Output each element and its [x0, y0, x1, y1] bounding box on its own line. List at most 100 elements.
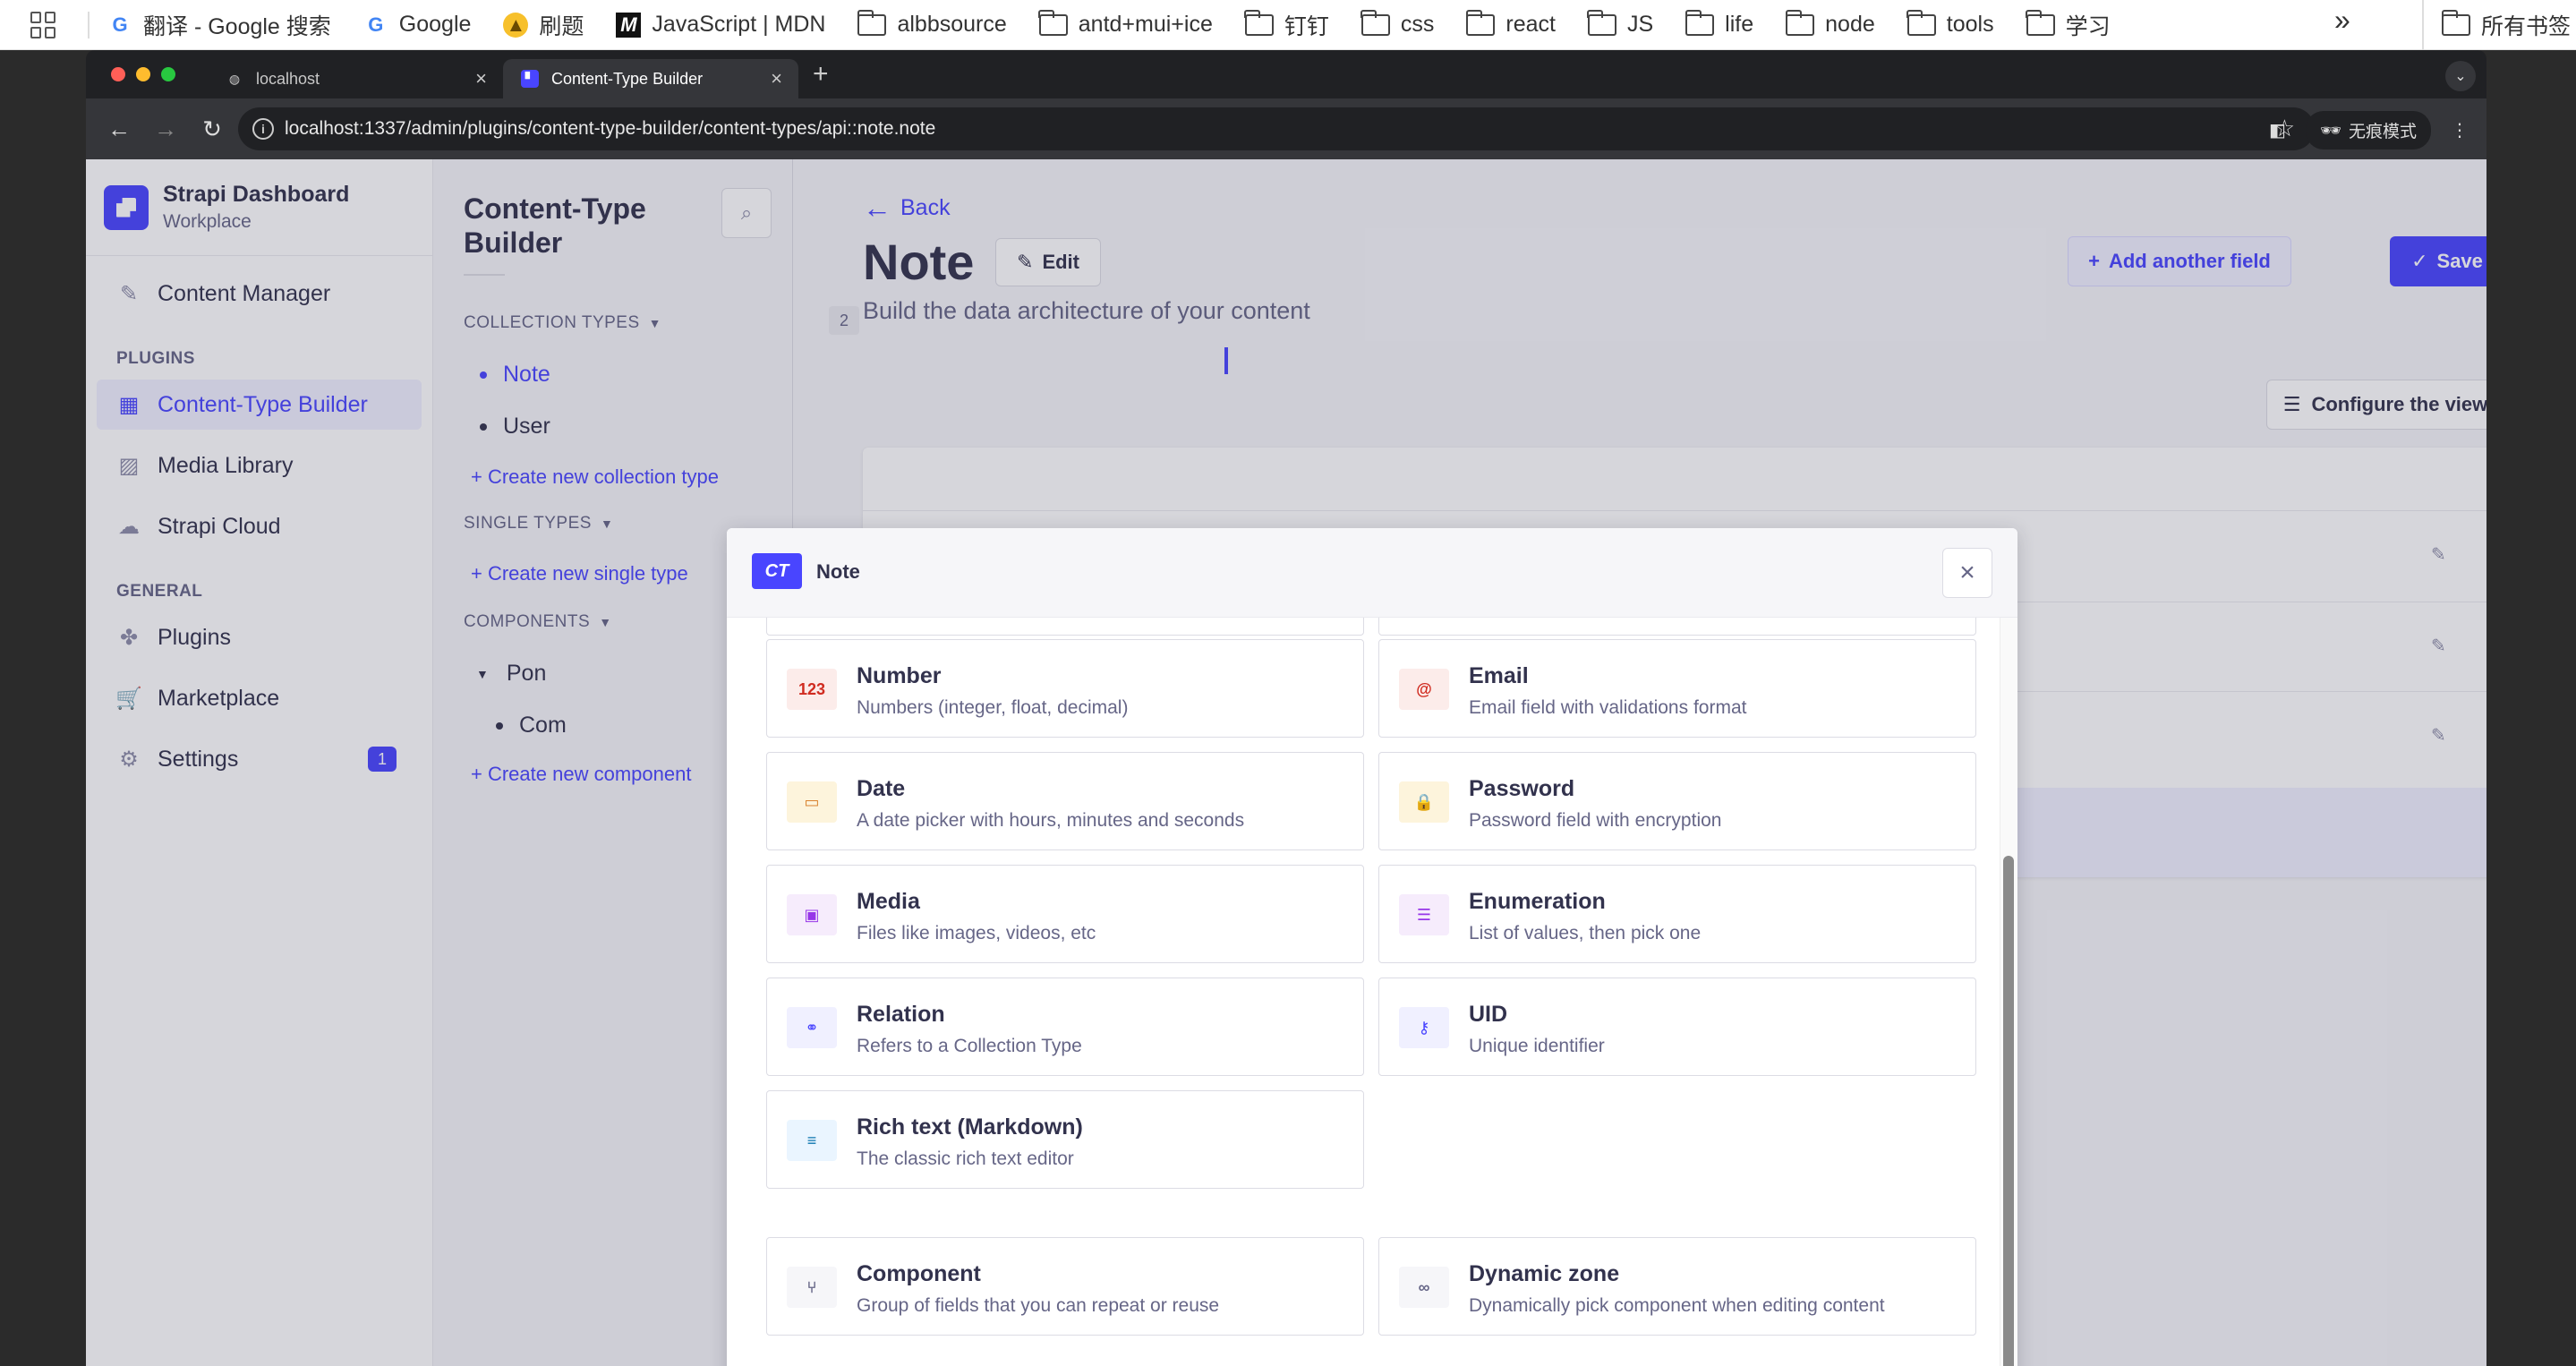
field-card-rich-text-markdown[interactable]: ≡ Rich text (Markdown) The classic rich te…	[766, 1090, 1364, 1189]
bookmark-leetcode[interactable]: ▲ 刷题	[503, 9, 584, 41]
field-type-description: The classic rich text editor	[857, 1148, 1074, 1169]
forward-arrow-icon[interactable]: →	[152, 115, 179, 143]
bookmark-folder-tools[interactable]: tools	[1906, 9, 1994, 38]
field-card-enumeration[interactable]: ☰ Enumeration List of values, then pick on…	[1378, 865, 1976, 963]
bookmark-folder-study[interactable]: 学习	[2026, 9, 2111, 41]
mdn-icon: M	[616, 12, 642, 38]
folder-icon	[1244, 9, 1274, 36]
folder-icon	[1038, 9, 1068, 36]
browser-window: ◍ localhost × ▘ Content-Type Builder × +…	[86, 50, 2486, 1366]
field-card-date[interactable]: ▭ Date A date picker with hours, minutes a…	[766, 752, 1364, 850]
field-card-uid[interactable]: ⚷ UID Unique identifier	[1378, 978, 1976, 1076]
field-type-description: Email field with validations format	[1469, 697, 1747, 718]
field-card-partial[interactable]	[1378, 618, 1976, 636]
bookmark-google[interactable]: G Google	[363, 12, 471, 38]
image-icon: ▣	[787, 894, 837, 935]
field-card-dynamic-zone[interactable]: ∞ Dynamic zone Dynamically pick component …	[1378, 1237, 1976, 1336]
bookmark-folder-dingding[interactable]: 钉钉	[1244, 9, 1329, 41]
close-tab-icon[interactable]: ×	[771, 67, 782, 90]
field-type-description: Refers to a Collection Type	[857, 1036, 1082, 1056]
lock-icon: 🔒	[1399, 781, 1449, 823]
side-panel-icon[interactable]: ◧	[2269, 119, 2286, 141]
folder-icon	[1906, 9, 1936, 36]
field-type-name: UID	[1469, 1002, 1508, 1027]
apps-grid-icon[interactable]	[30, 11, 57, 38]
modal-header: CT Note ×	[727, 528, 2017, 618]
incognito-indicator[interactable]: 🕶 无痕模式	[2305, 111, 2431, 149]
content-type-badge: CT	[752, 553, 802, 589]
field-type-name: Date	[857, 776, 906, 801]
toolbar-right: ◧ 🕶 无痕模式 ⋮	[2269, 111, 2469, 149]
bookmark-folder-js[interactable]: JS	[1587, 9, 1653, 38]
field-type-name: Media	[857, 889, 920, 914]
new-tab-button[interactable]: +	[813, 59, 829, 90]
field-type-description: Group of fields that you can repeat or r…	[857, 1295, 1220, 1316]
list-icon: ☰	[1399, 894, 1449, 935]
url-text[interactable]: localhost:1337/admin/plugins/content-typ…	[285, 118, 935, 140]
bookmark-folder-css[interactable]: css	[1361, 9, 1434, 38]
field-type-description: A date picker with hours, minutes and se…	[857, 810, 1245, 831]
field-card-relation[interactable]: ⚭ Relation Refers to a Collection Type	[766, 978, 1364, 1076]
browser-toolbar: ← → ↻ i localhost:1337/admin/plugins/con…	[86, 98, 2486, 159]
folder-icon	[1361, 9, 1390, 36]
calendar-icon: ▭	[787, 781, 837, 823]
divider	[88, 11, 90, 38]
field-type-name: Rich text (Markdown)	[857, 1114, 1083, 1140]
back-arrow-icon[interactable]: ←	[106, 115, 132, 143]
component-icon: ⑂	[787, 1267, 837, 1308]
reload-icon[interactable]: ↻	[199, 115, 226, 143]
field-type-name: Number	[857, 663, 942, 688]
field-type-description: Unique identifier	[1469, 1036, 1605, 1056]
field-card-password[interactable]: 🔒 Password Password field with encryption	[1378, 752, 1976, 850]
close-window-button[interactable]	[111, 67, 125, 81]
tab-localhost[interactable]: ◍ localhost ×	[208, 59, 503, 98]
tab-strip: ◍ localhost × ▘ Content-Type Builder × +…	[86, 50, 2486, 98]
bookmark-folder-react[interactable]: react	[1465, 9, 1556, 38]
bookmarks-bar: G 翻译 - Google 搜索 G Google ▲ 刷题 M JavaScript …	[0, 0, 2576, 50]
field-type-description: Files like images, videos, etc	[857, 923, 1096, 943]
field-card-media[interactable]: ▣ Media Files like images, videos, etc	[766, 865, 1364, 963]
maximize-window-button[interactable]	[161, 67, 175, 81]
number-icon: 123	[787, 669, 837, 710]
folder-icon	[2441, 10, 2470, 36]
bookmark-folder-albbsource[interactable]: albbsource	[857, 9, 1007, 38]
all-bookmarks-button[interactable]: 所有书签	[2422, 0, 2571, 50]
google-icon: G	[112, 13, 128, 36]
site-info-icon[interactable]: i	[252, 118, 274, 140]
field-type-name: Password	[1469, 776, 1575, 801]
google-icon: G	[368, 13, 384, 36]
bookmark-mdn[interactable]: M JavaScript | MDN	[616, 12, 825, 38]
field-card-email[interactable]: @ Email Email field with validations forma…	[1378, 639, 1976, 738]
folder-icon	[1465, 9, 1496, 36]
app-viewport: Strapi Dashboard Workplace ✎ Content Man…	[86, 159, 2486, 1366]
bookmark-folder-antd[interactable]: antd+mui+ice	[1038, 9, 1213, 38]
field-type-name: Relation	[857, 1002, 945, 1027]
bookmark-folder-node[interactable]: node	[1785, 9, 1875, 38]
minimize-window-button[interactable]	[136, 67, 150, 81]
incognito-icon: 🕶	[2319, 121, 2341, 141]
more-bookmarks-button[interactable]: »	[2334, 4, 2350, 37]
folder-icon	[857, 9, 887, 36]
scrollbar-thumb[interactable]	[2003, 856, 2014, 1366]
field-card-component[interactable]: ⑂ Component Group of fields that you can r…	[766, 1237, 1364, 1336]
field-card-partial[interactable]	[766, 618, 1364, 636]
field-type-name: Dynamic zone	[1469, 1261, 1620, 1286]
folder-icon	[1785, 9, 1815, 36]
infinity-icon: ∞	[1399, 1267, 1449, 1308]
bookmark-google-translate[interactable]: G 翻译 - Google 搜索	[107, 9, 330, 41]
tab-search-chevron-icon[interactable]: ⌄	[2445, 61, 2476, 91]
link-icon: ⚭	[787, 1007, 837, 1048]
paragraph-icon: ≡	[787, 1120, 837, 1161]
field-card-number[interactable]: 123 Number Numbers (integer, float, decima…	[766, 639, 1364, 738]
field-type-name: Email	[1469, 663, 1529, 688]
close-icon[interactable]: ×	[1942, 548, 1992, 598]
at-icon: @	[1399, 669, 1449, 710]
bookmark-folder-life[interactable]: life	[1685, 9, 1753, 38]
address-bar[interactable]: i localhost:1337/admin/plugins/content-t…	[238, 107, 2315, 150]
close-tab-icon[interactable]: ×	[475, 67, 487, 90]
field-type-name: Component	[857, 1261, 981, 1286]
tab-content-type-builder[interactable]: ▘ Content-Type Builder ×	[503, 59, 798, 98]
field-type-description: List of values, then pick one	[1469, 923, 1702, 943]
globe-icon: ◍	[228, 71, 241, 86]
browser-menu-icon[interactable]: ⋮	[2451, 119, 2469, 141]
